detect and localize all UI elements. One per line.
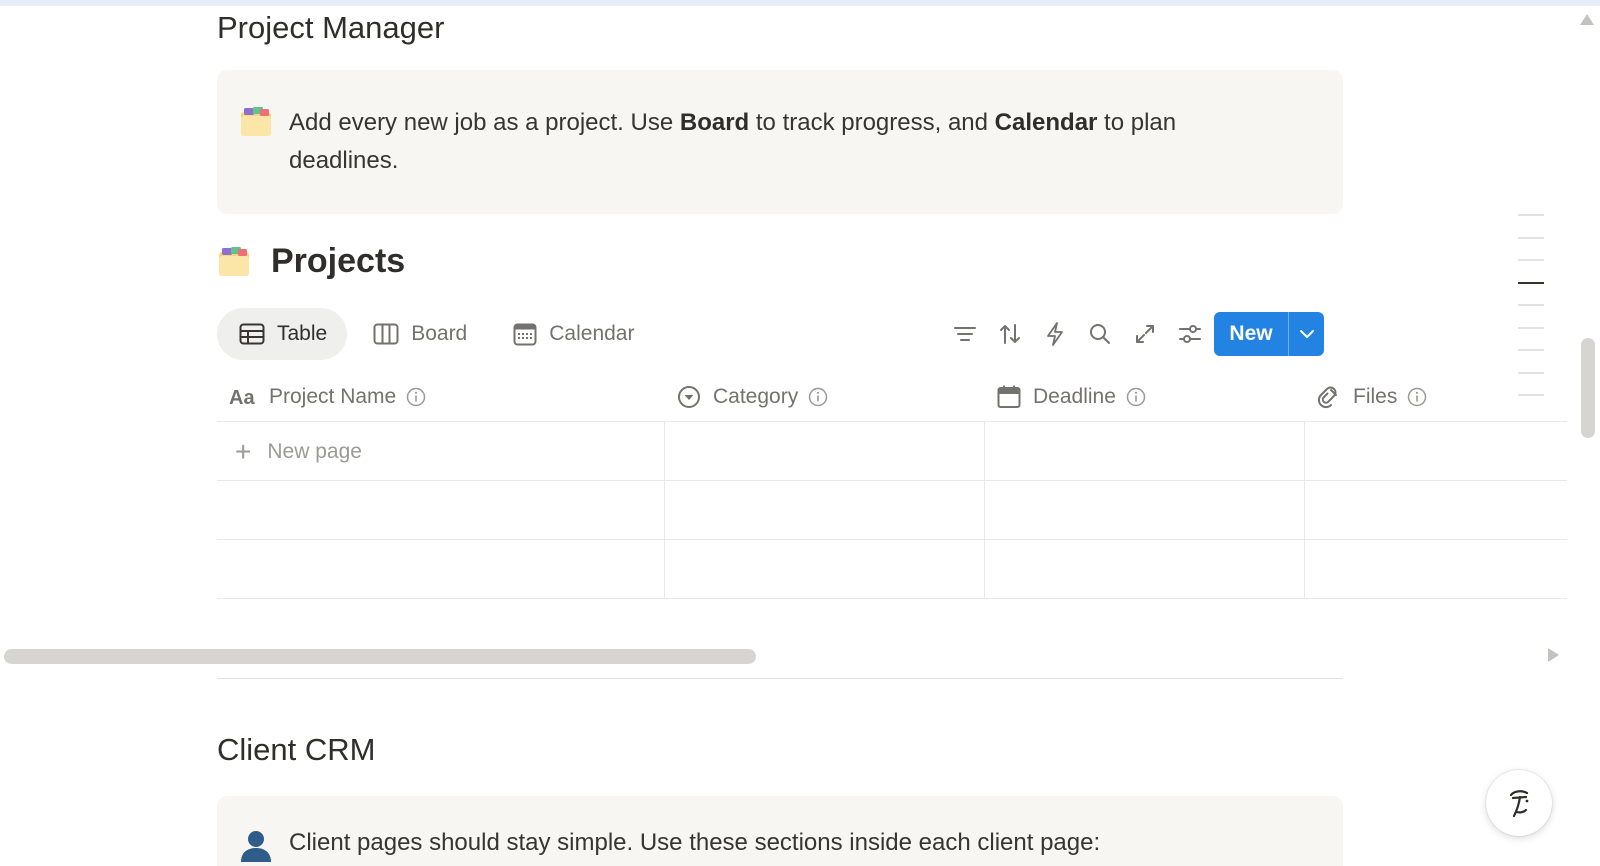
callout-project-manager: Add every new job as a project. Use Boar… [217, 70, 1343, 214]
chevron-down-icon [1299, 330, 1314, 338]
settings-sliders-icon [1178, 325, 1201, 343]
toc-line-active[interactable] [1518, 281, 1544, 284]
table-row [217, 540, 1567, 599]
table-of-contents-minimap[interactable] [1518, 214, 1544, 417]
table-icon [239, 323, 265, 345]
table-cell[interactable] [217, 481, 665, 540]
search-button[interactable] [1077, 312, 1122, 356]
board-icon [373, 323, 399, 345]
attachment-property-icon [1317, 385, 1341, 409]
column-label: Deadline [1033, 384, 1116, 408]
callout-text-part: Add every new job as a project. Use [289, 109, 680, 136]
select-property-icon [677, 385, 701, 409]
new-page-label: New page [267, 439, 362, 463]
section-title-client-crm: Client CRM [217, 732, 376, 767]
projects-table: Aa Project Name Category Deadline Files … [217, 372, 1567, 599]
folder-emoji-icon [241, 107, 271, 136]
toc-line[interactable] [1518, 371, 1544, 374]
table-cell[interactable] [1305, 481, 1567, 540]
callout-client-crm: Client pages should stay simple. Use the… [217, 796, 1343, 866]
database-title-text: Projects [271, 241, 406, 280]
vertical-scrollbar-thumb[interactable] [1581, 338, 1595, 438]
tab-calendar[interactable]: Calendar [491, 308, 654, 360]
table-cell[interactable] [985, 481, 1305, 540]
database-title[interactable]: Projects [217, 236, 405, 286]
table-cell[interactable] [1305, 540, 1567, 599]
table-cell[interactable] [665, 481, 985, 540]
callout-text: Add every new job as a project. Use Boar… [289, 104, 1223, 180]
column-label: Project Name [269, 384, 397, 408]
info-icon[interactable] [406, 387, 426, 407]
section-divider [217, 678, 1343, 679]
table-cell[interactable] [1305, 422, 1567, 481]
table-row: + New page [217, 422, 1567, 481]
sort-button[interactable] [987, 312, 1032, 356]
table-row [217, 481, 1567, 540]
filter-button[interactable] [942, 312, 987, 356]
ai-assistant-button[interactable] [1486, 770, 1552, 836]
settings-button[interactable] [1167, 312, 1212, 356]
column-label: Category [713, 384, 799, 408]
column-header-project-name[interactable]: Aa Project Name [217, 372, 665, 421]
toc-line[interactable] [1518, 214, 1544, 216]
person-silhouette-emoji-icon [241, 831, 271, 862]
filter-icon [953, 327, 976, 341]
toc-line[interactable] [1518, 326, 1544, 329]
tab-label: Board [411, 322, 468, 345]
callout-bold-calendar: Calendar [994, 109, 1098, 136]
info-icon[interactable] [1407, 387, 1427, 407]
new-dropdown-button[interactable] [1289, 312, 1324, 356]
horizontal-scrollbar-thumb[interactable] [4, 649, 756, 664]
search-icon [1089, 324, 1110, 344]
tab-board[interactable]: Board [351, 308, 487, 360]
tab-label: Calendar [549, 322, 635, 345]
column-header-category[interactable]: Category [665, 372, 985, 421]
toc-line[interactable] [1518, 236, 1544, 239]
column-label: Files [1353, 384, 1398, 408]
database-toolbar [942, 312, 1212, 356]
new-button-group: New [1214, 312, 1324, 356]
expand-icon [1135, 325, 1154, 343]
table-cell[interactable] [985, 422, 1305, 481]
table-cell[interactable] [217, 540, 665, 599]
automation-bolt-icon [1046, 322, 1063, 346]
sort-icon [999, 324, 1020, 344]
table-cell[interactable] [665, 422, 985, 481]
scroll-up-arrow-icon[interactable] [1580, 14, 1594, 25]
column-header-deadline[interactable]: Deadline [985, 372, 1305, 421]
expand-button[interactable] [1122, 312, 1167, 356]
tab-label: Table [277, 322, 328, 345]
info-icon[interactable] [1126, 387, 1146, 407]
table-cell[interactable] [985, 540, 1305, 599]
toc-line[interactable] [1518, 349, 1544, 351]
folder-emoji-icon [219, 247, 249, 276]
info-icon[interactable] [808, 387, 828, 407]
date-property-icon [997, 385, 1021, 409]
table-header: Aa Project Name Category Deadline Files [217, 372, 1567, 422]
plus-icon: + [235, 435, 252, 467]
text-property-icon: Aa [229, 387, 257, 407]
toc-line[interactable] [1518, 394, 1544, 396]
tab-table[interactable]: Table [217, 308, 348, 360]
ai-face-icon [1509, 790, 1529, 818]
section-title-project-manager: Project Manager [217, 10, 445, 45]
toc-line[interactable] [1518, 259, 1544, 261]
toc-line[interactable] [1518, 304, 1544, 306]
scroll-right-arrow-icon[interactable] [1548, 648, 1559, 662]
callout-bold-board: Board [679, 109, 750, 136]
table-cell[interactable] [665, 540, 985, 599]
callout-text-part: to track progress, and [749, 109, 995, 136]
view-tabs: Table Board Calendar [217, 308, 658, 360]
svg-text:Aa: Aa [229, 387, 255, 407]
new-button[interactable]: New [1214, 312, 1288, 356]
callout-text: Client pages should stay simple. Use the… [289, 829, 1101, 856]
automation-button[interactable] [1032, 312, 1077, 356]
calendar-icon [513, 323, 537, 346]
new-page-button[interactable]: + New page [217, 422, 665, 481]
